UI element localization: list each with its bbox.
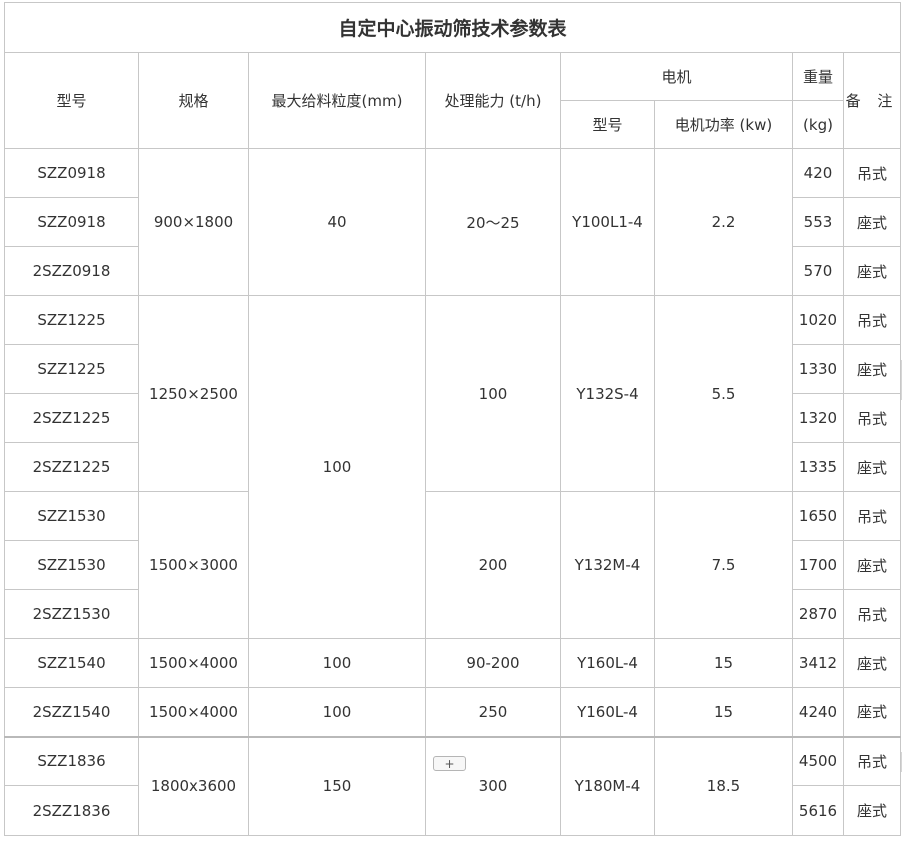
cell-spec: 1800x3600 xyxy=(138,735,249,836)
cell-model: 2SZZ1225 xyxy=(4,393,139,443)
cell-remark: 吊式 xyxy=(842,148,902,198)
cell-max-feed: 40 xyxy=(248,148,426,296)
header-remark: 备 注 xyxy=(842,52,902,149)
cell-remark: 座式 xyxy=(842,197,902,247)
cell-motor-power: 18.5 xyxy=(654,735,793,836)
header-max-feed: 最大给料粒度(mm) xyxy=(248,52,426,149)
cell-remark: 吊式 xyxy=(842,735,902,786)
plus-icon: + xyxy=(444,757,455,771)
header-motor-power: 电机功率 (kw) xyxy=(654,100,793,149)
scrollbar-edge xyxy=(901,360,905,400)
cell-weight: 1700 xyxy=(792,540,844,590)
cell-spec: 1250×2500 xyxy=(138,295,249,492)
cell-weight: 1650 xyxy=(792,491,844,541)
cell-spec: 1500×3000 xyxy=(138,491,249,639)
cell-model: SZZ0918 xyxy=(4,197,139,247)
scrollbar-edge xyxy=(901,752,905,772)
cell-motor-power: 5.5 xyxy=(654,295,793,492)
spec-table-container: 自定中心振动筛技术参数表 型号 规格 最大给料粒度(mm) 处理能力 (t/h)… xyxy=(3,2,902,836)
cell-remark: 座式 xyxy=(842,785,902,836)
header-model: 型号 xyxy=(4,52,139,149)
cell-capacity: 200 xyxy=(425,491,561,639)
cell-motor-model: Y132M-4 xyxy=(560,491,655,639)
cell-capacity: 100 xyxy=(425,295,561,492)
cell-weight: 570 xyxy=(792,246,844,296)
table-row: SZZ1530 1500×3000 200 Y132M-4 7.5 1650 吊… xyxy=(4,491,902,639)
header-motor: 电机 xyxy=(560,52,793,101)
header-capacity: 处理能力 (t/h) xyxy=(425,52,561,149)
cell-remark: 座式 xyxy=(842,638,902,688)
cell-weight: 5616 xyxy=(792,785,844,836)
cell-model: 2SZZ1836 xyxy=(4,785,139,836)
cell-model: 2SZZ1540 xyxy=(4,687,139,737)
cell-motor-model: Y160L-4 xyxy=(560,687,655,737)
header-weight-unit: (kg) xyxy=(792,100,844,149)
cell-max-feed: 100 xyxy=(248,638,426,688)
cell-capacity: 20～25 xyxy=(425,148,561,296)
header-spec: 规格 xyxy=(138,52,249,149)
cell-max-feed: 100 xyxy=(248,687,426,737)
cell-remark: 座式 xyxy=(842,540,902,590)
cell-capacity: 250 xyxy=(425,687,561,737)
cell-model: SZZ1836 xyxy=(4,735,139,786)
table-row: 2SZZ1540 1500×4000 100 250 Y160L-4 15 42… xyxy=(4,687,902,737)
cell-weight: 3412 xyxy=(792,638,844,688)
cell-model: SZZ1225 xyxy=(4,295,139,345)
cell-weight: 1330 xyxy=(792,344,844,394)
cell-remark: 吊式 xyxy=(842,491,902,541)
cell-model: SZZ1225 xyxy=(4,344,139,394)
cell-spec: 1500×4000 xyxy=(138,687,249,737)
cell-model: 2SZZ1530 xyxy=(4,589,139,639)
table-row: SZZ1540 1500×4000 100 90-200 Y160L-4 15 … xyxy=(4,638,902,688)
cell-motor-model: Y100L1-4 xyxy=(560,148,655,296)
cell-motor-power: 7.5 xyxy=(654,491,793,639)
table-title: 自定中心振动筛技术参数表 xyxy=(3,2,902,53)
cell-max-feed: 100 xyxy=(248,295,426,639)
add-row-button[interactable]: + xyxy=(433,756,466,771)
cell-model: 2SZZ1225 xyxy=(4,442,139,492)
cell-weight: 4500 xyxy=(792,735,844,786)
cell-remark: 吊式 xyxy=(842,393,902,443)
table-row: SZZ0918 900×1800 40 20～25 Y100L1-4 2.2 4… xyxy=(4,148,902,296)
cell-weight: 4240 xyxy=(792,687,844,737)
cell-model: SZZ1530 xyxy=(4,540,139,590)
spec-table: 自定中心振动筛技术参数表 型号 规格 最大给料粒度(mm) 处理能力 (t/h)… xyxy=(3,2,902,836)
cell-weight: 2870 xyxy=(792,589,844,639)
cell-capacity: 300 xyxy=(425,735,561,836)
cell-capacity: 90-200 xyxy=(425,638,561,688)
cell-model: SZZ1540 xyxy=(4,638,139,688)
cell-motor-model: Y160L-4 xyxy=(560,638,655,688)
cell-motor-power: 2.2 xyxy=(654,148,793,296)
cell-model: SZZ1530 xyxy=(4,491,139,541)
cell-weight: 1335 xyxy=(792,442,844,492)
header-weight: 重量 xyxy=(792,52,844,101)
cell-remark: 吊式 xyxy=(842,295,902,345)
cell-weight: 553 xyxy=(792,197,844,247)
cell-spec: 1500×4000 xyxy=(138,638,249,688)
header-motor-model: 型号 xyxy=(560,100,655,149)
cell-model: SZZ0918 xyxy=(4,148,139,198)
table-row: SZZ1225 1250×2500 100 100 Y132S-4 5.5 10… xyxy=(4,295,902,639)
cell-spec: 900×1800 xyxy=(138,148,249,296)
cell-remark: 吊式 xyxy=(842,589,902,639)
cell-weight: 420 xyxy=(792,148,844,198)
cell-remark: 座式 xyxy=(842,442,902,492)
cell-remark: 座式 xyxy=(842,344,902,394)
cell-max-feed: 150 xyxy=(248,735,426,836)
cell-weight: 1320 xyxy=(792,393,844,443)
cell-model: 2SZZ0918 xyxy=(4,246,139,296)
cell-motor-power: 15 xyxy=(654,687,793,737)
cell-motor-model: Y132S-4 xyxy=(560,295,655,492)
cell-motor-model: Y180M-4 xyxy=(560,735,655,836)
cell-remark: 座式 xyxy=(842,246,902,296)
cell-weight: 1020 xyxy=(792,295,844,345)
cell-remark: 座式 xyxy=(842,687,902,737)
cell-motor-power: 15 xyxy=(654,638,793,688)
